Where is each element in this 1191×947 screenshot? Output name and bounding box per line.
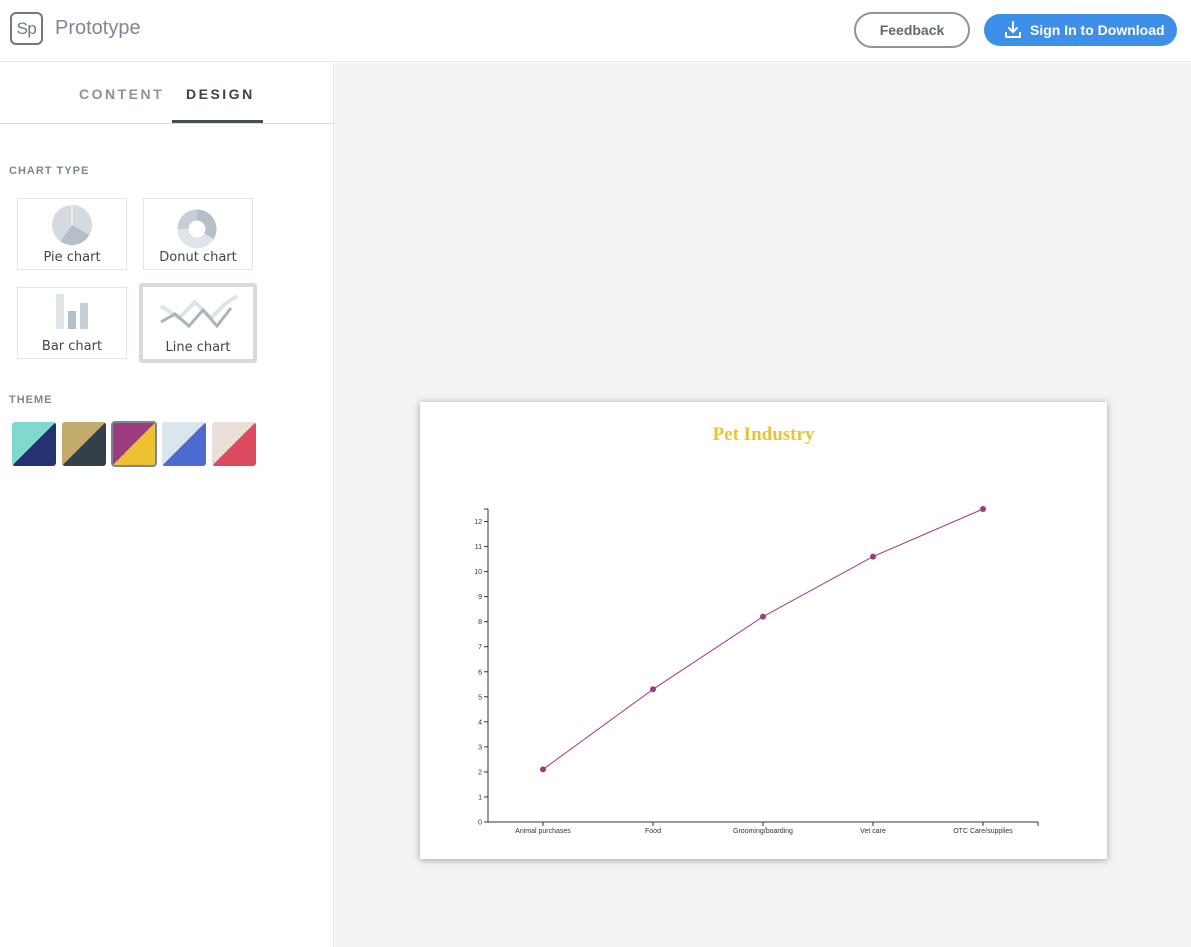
data-point (870, 553, 876, 560)
data-point (650, 686, 656, 693)
y-tick-label: 1 (478, 794, 482, 801)
data-point (980, 506, 986, 512)
tab-content[interactable]: CONTENT (79, 86, 164, 102)
chart-type-label: Pie chart (43, 250, 101, 265)
y-tick-label: 12 (474, 519, 482, 526)
theme-swatch-4[interactable] (162, 422, 206, 466)
download-icon (1005, 21, 1021, 38)
chart-type-line[interactable]: Line chart (139, 283, 257, 363)
series-line (542, 508, 984, 770)
chart-type-label: Bar chart (41, 339, 103, 354)
chart-type-bar[interactable]: Bar chart (17, 287, 127, 359)
active-tab-indicator (172, 120, 263, 123)
y-tick-label: 4 (478, 719, 482, 726)
app-logo: Sp (10, 12, 43, 45)
sidebar: CONTENT DESIGN (0, 63, 334, 947)
x-tick-label: Animal purchases (515, 828, 571, 835)
chart-type-donut[interactable]: Donut chart (143, 198, 253, 270)
y-tick-label: 5 (478, 694, 482, 701)
data-point (540, 766, 546, 773)
chart-type-label: Donut chart (159, 250, 237, 265)
sign-in-download-button[interactable]: Sign In to Download (984, 14, 1177, 46)
theme-heading: THEME (9, 394, 53, 406)
x-tick-label: OTC Care/supplies (953, 828, 1013, 835)
y-tick-label: 3 (478, 744, 482, 751)
line-chart-icon (159, 294, 239, 329)
theme-swatch-3[interactable] (111, 421, 157, 467)
y-tick-label: 2 (478, 769, 482, 776)
tab-design[interactable]: DESIGN (186, 86, 255, 102)
pie-chart-icon (52, 205, 92, 246)
app-title: Prototype (55, 17, 141, 39)
y-tick-label: 0 (478, 820, 482, 827)
x-tick-label: Vet care (860, 828, 886, 835)
y-tick-label: 11 (475, 544, 482, 551)
theme-swatch-5[interactable] (212, 422, 256, 466)
x-tick-label: Food (645, 828, 661, 835)
y-tick-label: 6 (478, 669, 482, 676)
data-point (760, 613, 766, 620)
chart-type-heading: CHART TYPE (9, 165, 90, 177)
theme-swatch-2[interactable] (62, 422, 106, 466)
chart-type-label: Line chart (165, 340, 231, 355)
y-tick-label: 9 (478, 594, 482, 601)
chart-preview: Pet Industry 0 1 2 3 4 5 6 7 8 9 10 11 12 Animal purc… (420, 402, 1107, 859)
chart-type-pie[interactable]: Pie chart (17, 198, 127, 270)
sign-in-download-label: Sign In to Download (1030, 22, 1165, 38)
x-tick-label: Grooming/boarding (733, 828, 793, 835)
line-chart: 0123456789101112Animal purchases Food Groo… (474, 506, 1039, 835)
theme-swatch-1[interactable] (12, 422, 56, 466)
donut-chart-icon (177, 209, 217, 249)
feedback-button[interactable]: Feedback (854, 12, 970, 48)
y-tick-label: 10 (474, 569, 482, 576)
y-tick-label: 7 (478, 644, 482, 651)
y-tick-label: 8 (478, 619, 482, 626)
bar-chart-icon (56, 294, 88, 329)
top-bar: Sp Prototype Feedback Sign In to Downloa… (0, 0, 1191, 62)
sidebar-tabs: CONTENT DESIGN (0, 63, 334, 124)
